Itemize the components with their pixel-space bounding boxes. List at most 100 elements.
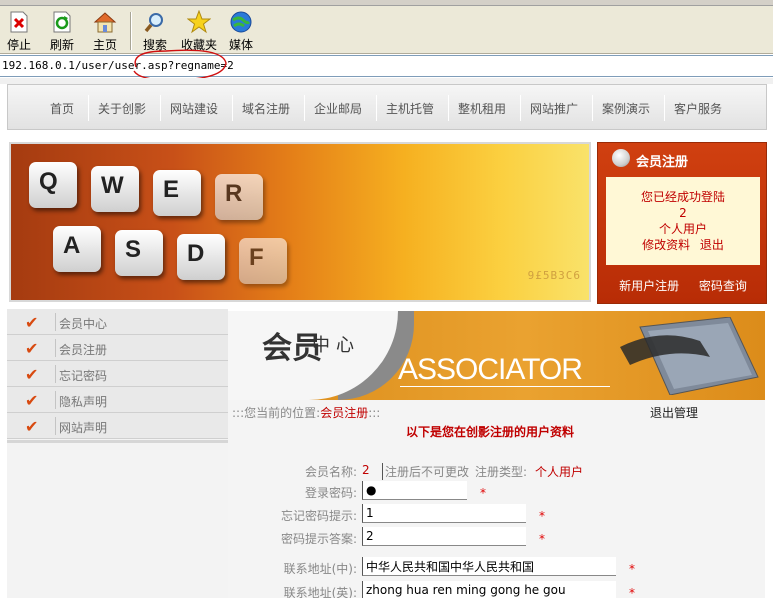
side-menu-label: 忘记密码 [59,369,108,383]
key-d: D [177,234,225,280]
nav-separator [520,95,521,121]
address-cn-label: 联系地址(中): [283,562,357,576]
key-r: R [215,174,263,220]
password-answer-row: 密码提示答案: * [228,527,765,547]
menu-divider [55,313,56,331]
checkmark-icon: ✔ [25,391,39,410]
menu-divider [55,339,56,357]
username-text: 2 [679,206,687,220]
member-logout-link[interactable]: 退出 [700,238,724,252]
breadcrumb-suffix: ::: [368,406,381,420]
header-cn-small: 中心 [312,335,360,356]
banner-code-text: 9£5B3C6 [527,269,581,282]
key-e: E [153,170,201,216]
user-type-label: 注册类型: [475,465,528,479]
media-button[interactable]: 媒体 [226,8,256,52]
nav-separator [304,95,305,121]
header-underline [400,386,610,387]
member-name-label: 会员名称: [304,465,357,479]
checkmark-icon: ✔ [25,339,39,358]
member-name-note: 注册后不可更改 [382,463,469,480]
side-menu-item-register[interactable]: ✔ 会员注册 [7,335,228,361]
side-menu-label: 隐私声明 [59,395,108,409]
main-navigation: 首页 关于创影 网站建设 域名注册 企业邮局 主机托管 整机租用 网站推广 案例… [7,84,767,130]
media-icon [230,11,252,33]
nav-about[interactable]: 关于创影 [98,100,146,117]
refresh-button[interactable]: 刷新 [46,8,78,52]
side-menu-item-member-center[interactable]: ✔ 会员中心 [7,309,228,335]
required-mark: * [629,562,635,576]
side-menu: ✔ 会员中心 ✔ 会员注册 ✔ 忘记密码 ✔ 隐私声明 ✔ 网站声明 [7,309,228,598]
nav-separator [448,95,449,121]
nav-mail[interactable]: 企业邮局 [314,100,362,117]
nav-hosting[interactable]: 主机托管 [386,100,434,117]
nav-home[interactable]: 首页 [50,100,74,117]
nav-service[interactable]: 客户服务 [674,100,722,117]
nav-separator [232,95,233,121]
nav-domain[interactable]: 域名注册 [242,100,290,117]
browser-toolbar: 停止 刷新 主页 搜索 收藏夹 媒体 [0,6,773,54]
nav-separator [88,95,89,121]
key-f: F [239,238,287,284]
home-icon [93,12,117,33]
key-q: Q [29,162,77,208]
password-hint-label: 忘记密码提示: [280,509,357,523]
address-cn-row: 联系地址(中): * [228,557,765,577]
address-en-row: 联系地址(英): * [228,581,765,598]
side-menu-label: 会员注册 [59,343,108,357]
member-name-value: 2 [362,463,370,477]
folder-illustration [620,317,759,395]
password-hint-input[interactable] [362,504,526,523]
side-menu-item-privacy[interactable]: ✔ 隐私声明 [7,387,228,413]
nav-web-build[interactable]: 网站建设 [170,100,218,117]
edit-profile-link[interactable]: 修改资料 [642,238,690,252]
nav-rental[interactable]: 整机租用 [458,100,506,117]
key-w: W [91,166,139,212]
profile-title: 以下是您在创影注册的用户资料 [406,425,575,439]
keyboard-banner-image: Q W E R A S D F 9£5B3C6 [9,142,591,302]
logout-management-link[interactable]: 退出管理 [650,404,698,421]
nav-separator [664,95,665,121]
menu-divider [55,417,56,435]
required-mark: * [539,532,545,546]
home-button[interactable]: 主页 [90,8,120,52]
required-mark: * [539,509,545,523]
side-menu-item-forgot-password[interactable]: ✔ 忘记密码 [7,361,228,387]
bullet-circle-icon [612,149,630,167]
search-icon [144,13,163,33]
nav-promotion[interactable]: 网站推广 [530,100,578,117]
nav-separator [160,95,161,121]
member-status-panel: 您已经成功登陆 2 个人用户 修改资料 退出 [606,177,760,265]
breadcrumb-current[interactable]: 会员注册 [320,406,368,420]
user-type-text: 个人用户 [658,222,707,236]
side-menu-item-site-statement[interactable]: ✔ 网站声明 [7,413,228,439]
password-answer-input[interactable] [362,527,526,546]
nav-separator [592,95,593,121]
password-lookup-link[interactable]: 密码查询 [699,279,747,293]
header-en-title: ASSOCIATOR [398,353,583,386]
key-s: S [115,230,163,276]
refresh-icon [53,11,71,33]
member-center-header-image: 会员 中心 ASSOCIATOR [228,311,765,400]
side-menu-bottom-border [7,440,228,443]
checkmark-icon: ✔ [25,417,39,436]
address-bar[interactable]: 192.168.0.1/user/user.asp?regname=2 [0,55,773,77]
address-en-input[interactable] [362,581,616,598]
member-login-box: 会员注册 您已经成功登陆 2 个人用户 修改资料 退出 新用户注册 密码查询 [597,142,767,304]
member-box-links: 新用户注册 密码查询 [598,277,768,294]
star-icon [187,10,211,34]
nav-separator [376,95,377,121]
side-menu-label: 会员中心 [59,317,108,331]
address-en-label: 联系地址(英): [283,586,357,598]
address-cn-input[interactable] [362,557,616,576]
new-user-register-link[interactable]: 新用户注册 [619,279,679,293]
breadcrumb-prefix: :::您当前的位置: [232,406,321,420]
password-answer-label: 密码提示答案: [280,532,357,546]
key-a: A [53,226,101,272]
member-profile-content: :::您当前的位置:会员注册::: 退出管理 以下是您在创影注册的用户资料 会员… [228,400,765,598]
required-mark: * [480,486,486,500]
password-hint-row: 忘记密码提示: * [228,504,765,524]
nav-cases[interactable]: 案例演示 [602,100,650,117]
stop-button[interactable]: 停止 [4,8,34,52]
password-input[interactable] [362,481,467,500]
